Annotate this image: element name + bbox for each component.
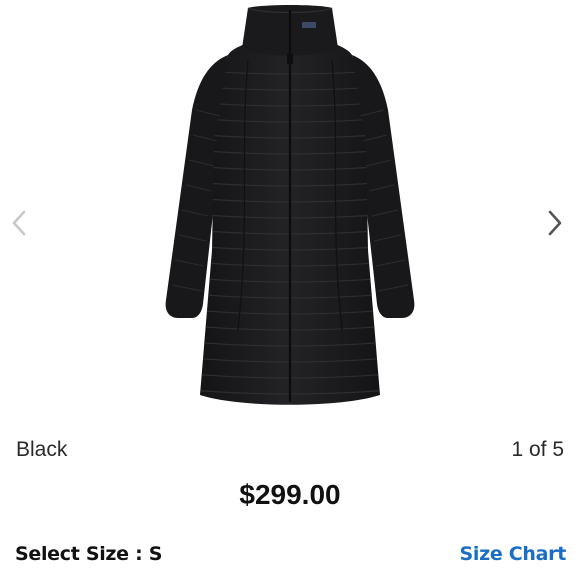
size-chart-link[interactable]: Size Chart bbox=[459, 543, 566, 565]
previous-image-button[interactable] bbox=[4, 205, 34, 241]
color-label: Black bbox=[16, 438, 68, 461]
chevron-right-icon bbox=[548, 210, 562, 236]
image-counter: 1 of 5 bbox=[511, 438, 564, 461]
chevron-left-icon bbox=[12, 210, 26, 236]
product-image-gallery[interactable] bbox=[0, 0, 580, 428]
next-image-button[interactable] bbox=[540, 205, 570, 241]
logo-patch bbox=[302, 22, 316, 28]
price: $299.00 bbox=[239, 479, 341, 510]
product-image[interactable] bbox=[140, 0, 440, 420]
select-size-button[interactable]: Select Size : S bbox=[15, 543, 162, 565]
